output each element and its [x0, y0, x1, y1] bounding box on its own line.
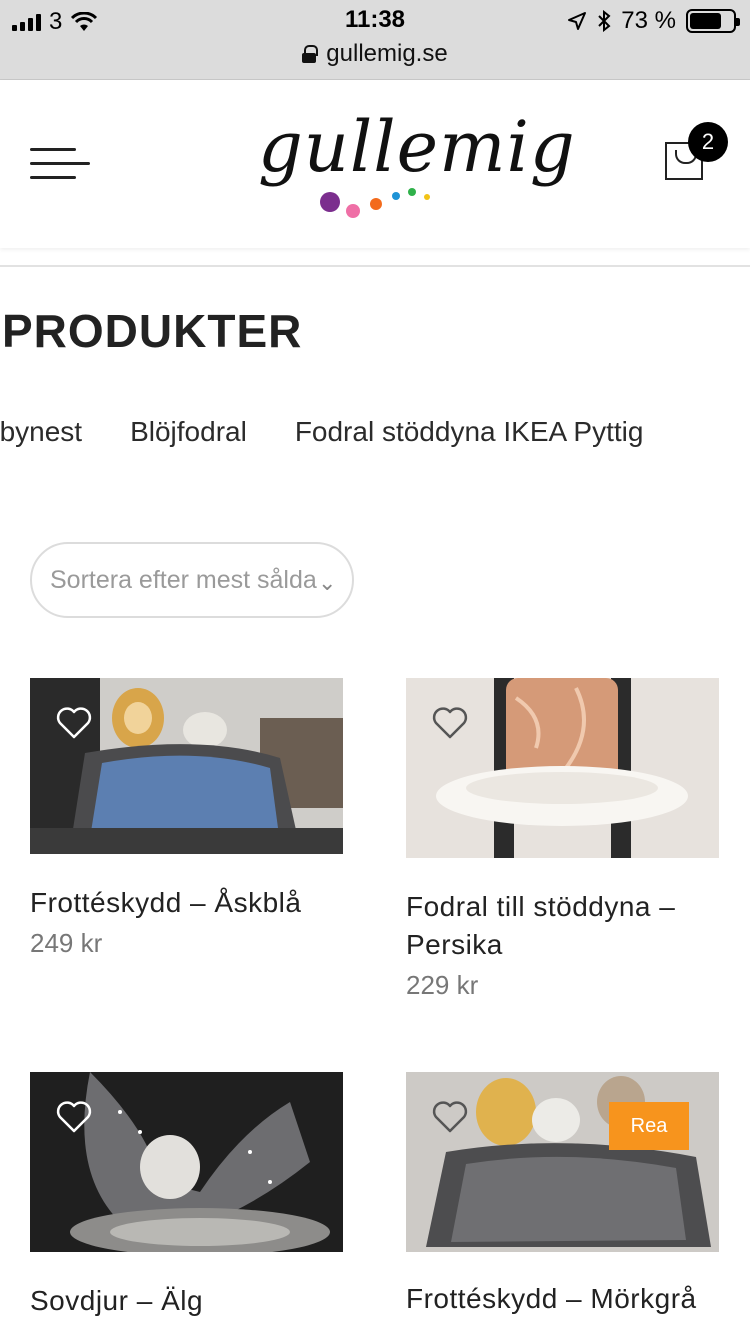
status-right: 73 % [567, 7, 740, 35]
site-header: gullemig 2 [0, 80, 750, 248]
product-image-cushion-cover-peach[interactable] [406, 678, 719, 858]
logo-dot [346, 204, 360, 218]
product-price: 229 kr [406, 970, 479, 1000]
product-photo [406, 1072, 719, 1252]
battery-icon [686, 9, 740, 33]
product-photo [30, 678, 343, 854]
product-image-sleep-moose[interactable] [30, 1072, 343, 1252]
heart-icon[interactable] [432, 1100, 468, 1134]
product-photo [30, 1072, 343, 1252]
page-title: PRODUKTER [2, 305, 303, 357]
sale-badge: Rea [609, 1102, 689, 1150]
heart-icon[interactable] [56, 706, 92, 740]
logo-dot [320, 192, 340, 212]
logo-dot [392, 192, 400, 200]
lock-icon [302, 45, 319, 63]
product-card[interactable]: Frottéskydd – Åskblå 249 kr [30, 678, 343, 959]
heart-icon[interactable] [56, 1100, 92, 1134]
logo-dots [320, 184, 440, 224]
menu-button[interactable] [30, 146, 90, 182]
menu-line [30, 148, 76, 151]
category-link-blojfodral[interactable]: Blöjfodral [130, 416, 247, 448]
sort-select[interactable]: Sortera efter mest sålda ⌄ [30, 542, 354, 618]
category-link-babynest[interactable]: abynest [0, 416, 82, 448]
product-name[interactable]: Sovdjur – Älg [30, 1282, 343, 1320]
heart-icon[interactable] [432, 706, 468, 740]
sort-select-value: Sortera efter mest sålda [50, 566, 317, 594]
menu-line [30, 162, 90, 165]
header-divider [0, 265, 750, 267]
product-name[interactable]: Frottéskydd – Mörkgrå [406, 1280, 719, 1318]
category-scroller: abynest Blöjfodral Fodral stöddyna IKEA … [0, 416, 643, 448]
site-logo[interactable]: gullemig [258, 102, 576, 224]
logo-dot [424, 194, 430, 200]
category-link-fodral-stoddyna[interactable]: Fodral stöddyna IKEA Pyttig [295, 416, 644, 448]
battery-percent: 73 % [621, 7, 676, 34]
cart-count-badge[interactable]: 2 [688, 122, 728, 162]
menu-line [30, 176, 76, 179]
url-text: gullemig.se [326, 40, 448, 67]
product-card[interactable]: Rea Frottéskydd – Mörkgrå [406, 1072, 719, 1324]
logo-text: gullemig [258, 106, 576, 188]
product-price: 249 kr [30, 928, 103, 958]
location-arrow-icon [568, 12, 587, 30]
product-name[interactable]: Fodral till stöddyna – Persika [406, 888, 719, 964]
product-image-changing-mat-grey[interactable]: Rea [406, 1072, 719, 1252]
browser-status-bar: 3 11:38 73 % gullemig.se [0, 0, 750, 80]
chevron-down-icon: ⌄ [318, 570, 337, 595]
product-card[interactable]: Sovdjur – Älg [30, 1072, 343, 1326]
product-photo [406, 678, 719, 858]
address-bar[interactable]: gullemig.se [0, 40, 750, 68]
product-name[interactable]: Frottéskydd – Åskblå [30, 884, 343, 922]
logo-dot [408, 188, 416, 196]
product-card[interactable]: Fodral till stöddyna – Persika 229 kr [406, 678, 719, 1001]
bluetooth-icon [598, 10, 611, 32]
logo-dot [370, 198, 382, 210]
product-image-changing-mat-blue[interactable] [30, 678, 343, 854]
